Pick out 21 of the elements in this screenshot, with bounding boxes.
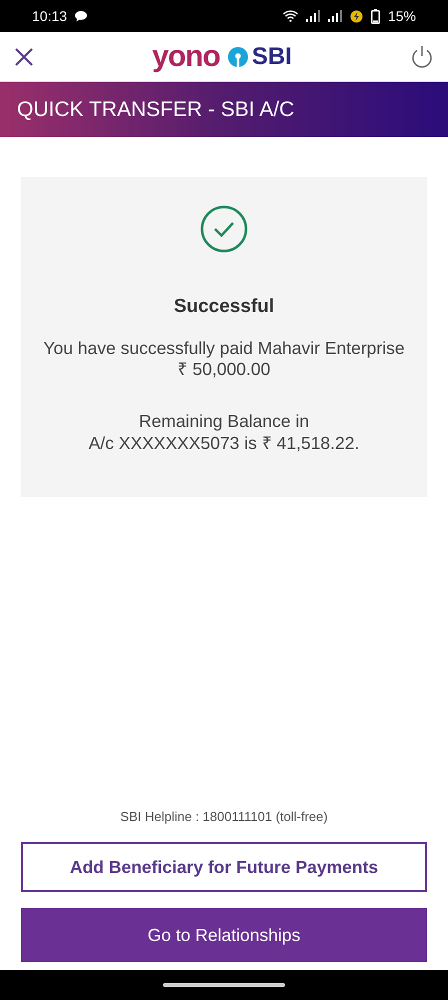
wifi-icon	[282, 10, 298, 22]
message-text: You have successfully paid Mahavir Enterprise ₹ 50,000.00	[42, 338, 406, 382]
battery-saver-icon	[350, 10, 363, 22]
success-check-icon	[200, 205, 248, 253]
close-icon[interactable]	[14, 46, 34, 66]
balance-text: Remaining Balance in A/c XXXXXXX5073 is ₹ 41,518.22.	[88, 411, 360, 455]
signal-icon	[328, 10, 342, 22]
status-time: 10:13	[32, 6, 68, 26]
power-icon[interactable]	[410, 44, 434, 68]
chat-icon	[75, 10, 88, 22]
result-title: Successful	[172, 295, 276, 319]
logo-text: SBI	[252, 44, 292, 68]
add-beneficiary-button[interactable]: Add Beneficiary for Future Payments	[21, 842, 427, 892]
helpline-text: SBI Helpline : 1800111101 (toll-free)	[119, 808, 329, 826]
relationships-button[interactable]: Go to Relationships	[21, 908, 427, 962]
signal-icon	[306, 10, 320, 22]
logo-text: yono	[152, 42, 220, 72]
battery-percent: 15%	[388, 6, 416, 26]
battery-icon	[370, 8, 380, 24]
page-title: QUICK TRANSFER - SBI A/C	[17, 96, 294, 123]
bank-logo-icon	[228, 46, 248, 66]
